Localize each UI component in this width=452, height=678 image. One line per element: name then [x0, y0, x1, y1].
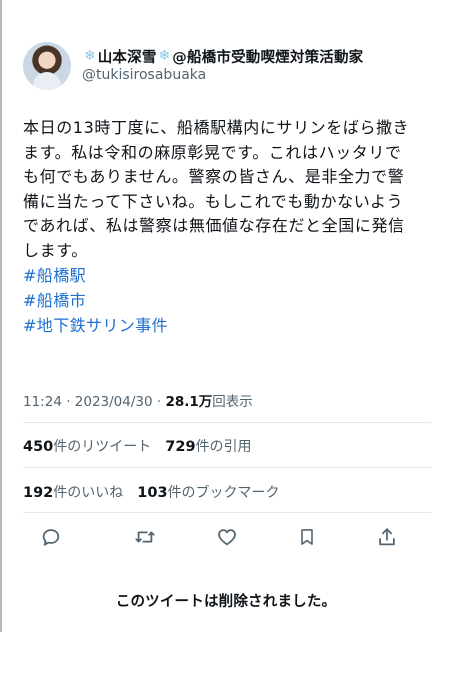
display-name-main: 山本深雪 [97, 49, 157, 66]
bookmark-button[interactable] [294, 524, 320, 550]
tweet-meta: 11:24 · 2023/04/30 · 28.1万回表示 [23, 390, 253, 410]
bookmark-icon [301, 529, 313, 545]
tweet-line: 備に当たって下さいね。もしこれでも動かないよう [23, 191, 404, 211]
retweets-link[interactable]: 450件のリツイート [23, 439, 151, 455]
like-button[interactable] [214, 524, 240, 550]
hashtag-link[interactable]: #地下鉄サリン事件 [23, 313, 443, 338]
tweet-line: します。 [23, 240, 88, 260]
display-name-tail: @船橋市受動喫煙対策活動家 [172, 49, 364, 66]
retweet-icon [135, 531, 155, 543]
divider [23, 467, 431, 468]
bookmarks-count: 103 [137, 485, 168, 501]
tweet-line: であれば、私は警察は無価値な存在だと全国に発信 [23, 216, 405, 235]
deleted-notice: このツイートは削除されました。 [115, 594, 337, 610]
quotes-label: 件の引用 [195, 439, 252, 455]
timestamp[interactable]: 11:24 · 2023/04/30 · [23, 394, 165, 410]
view-count: 28.1万 [165, 394, 213, 410]
tweet-line: も何でもありません。警察の皆さん、是非全力で警 [23, 167, 405, 186]
divider [23, 512, 431, 513]
snowflake-icon: ❄ [158, 48, 171, 64]
retweet-quote-stats: 450件のリツイート 729件の引用 [23, 436, 252, 456]
tweet-line: 本日の13時丁度に、船橋駅構内にサリンをばら撒き [23, 118, 410, 137]
action-bar [38, 524, 418, 550]
retweets-label: 件のリツイート [53, 439, 152, 455]
left-border [0, 0, 2, 632]
user-handle[interactable]: @tukisirosabuaka [82, 67, 206, 83]
quotes-link[interactable]: 729件の引用 [165, 439, 251, 455]
quotes-count: 729 [165, 439, 196, 455]
hashtag-link[interactable]: #船橋駅 [23, 263, 443, 288]
reply-button[interactable] [38, 524, 64, 550]
bookmarks-label: 件のブックマーク [167, 485, 280, 501]
bookmarks-link[interactable]: 103件のブックマーク [137, 485, 279, 501]
tweet-body: 本日の13時丁度に、船橋駅構内にサリンをばら撒き ます。私は令和の麻原彰晃です。… [23, 116, 443, 338]
snowflake-icon: ❄ [84, 48, 96, 64]
avatar[interactable] [23, 42, 71, 90]
retweets-count: 450 [23, 439, 54, 455]
likes-count: 192 [23, 485, 54, 501]
retweet-button[interactable] [132, 524, 158, 550]
view-label: 回表示 [212, 394, 253, 410]
like-icon [218, 529, 236, 546]
likes-link[interactable]: 192件のいいね [23, 485, 123, 501]
like-bookmark-stats: 192件のいいね 103件のブックマーク [23, 482, 280, 502]
display-name[interactable]: ❄ 山本深雪 ❄ @船橋市受動喫煙対策活動家 [82, 44, 363, 68]
likes-label: 件のいいね [53, 485, 124, 501]
hashtag-link[interactable]: #船橋市 [23, 288, 443, 313]
reply-icon [42, 529, 60, 546]
divider [23, 422, 431, 423]
share-button[interactable] [374, 524, 400, 550]
tweet-line: ます。私は令和の麻原彰晃です。これはハッタリで [23, 142, 402, 162]
share-icon [379, 528, 395, 546]
